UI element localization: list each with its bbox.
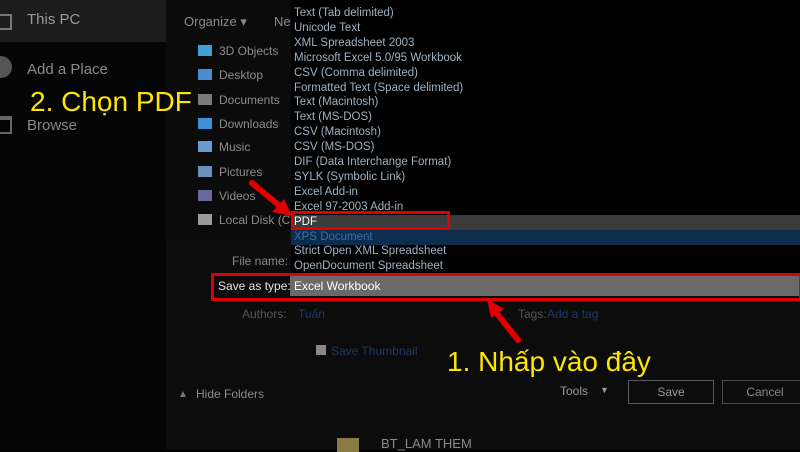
arrow-to-pdf-icon (249, 180, 292, 216)
annotation-arrows (249, 180, 521, 343)
annotation-step-2: 2. Chọn PDF (30, 86, 192, 117)
arrow-to-save-type-icon (487, 299, 521, 343)
annotation-step-1: 1. Nhấp vào đây (447, 346, 651, 377)
